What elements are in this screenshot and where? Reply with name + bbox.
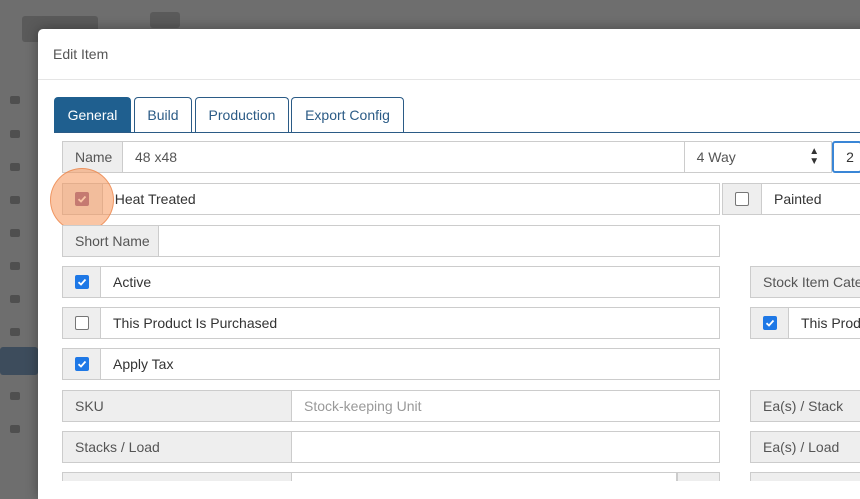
painted-checkbox[interactable] [735, 192, 749, 206]
check-icon [765, 319, 774, 327]
next-row-input[interactable] [292, 472, 677, 481]
next-row-label [62, 472, 292, 481]
active-checkbox[interactable] [74, 275, 89, 289]
apply-tax-checkbox[interactable] [74, 357, 89, 371]
background-sidebar-icon [10, 130, 20, 138]
background-sidebar-icon [10, 295, 20, 303]
name-label: Name [62, 141, 123, 173]
tab-production[interactable]: Production [195, 97, 289, 132]
purchased-row: This Product Is Purchased [62, 307, 720, 339]
way-select[interactable]: 4 Way ▲ ▼ [684, 141, 833, 173]
check-icon [77, 278, 86, 286]
background-sidebar-icon [10, 196, 20, 204]
painted-label: Painted [762, 183, 860, 215]
heat-treated-label: Heat Treated [102, 183, 720, 215]
check-icon [77, 360, 86, 368]
ea-stack-label: Ea(s) / Stack [750, 390, 860, 422]
tab-bar: General Build Production Export Config [54, 97, 860, 133]
name-input[interactable]: 48 x48 [123, 141, 685, 173]
stock-item-category-label: Stock Item Categ [750, 266, 860, 298]
produced-checkbox[interactable] [762, 316, 777, 330]
short-name-label: Short Name [62, 225, 159, 257]
produced-row: This Produ [750, 307, 860, 339]
tab-build[interactable]: Build [134, 97, 192, 132]
purchased-checkbox-cell [62, 307, 101, 339]
background-header-element [150, 12, 180, 28]
heat-treated-checkbox-cell [62, 183, 103, 215]
way-select-value: 4 Way [696, 149, 736, 165]
heat-treated-row: Heat Treated [62, 183, 720, 215]
tab-bar-underline [54, 132, 860, 133]
modal-header: Edit Item [38, 29, 860, 80]
next-row-right-partial [750, 472, 860, 481]
tab-general[interactable]: General [54, 97, 131, 132]
active-row: Active [62, 266, 720, 298]
background-sidebar-icon [10, 163, 20, 171]
edit-item-modal: Edit Item General Build Production Expor… [38, 29, 860, 499]
active-checkbox-cell [62, 266, 101, 298]
background-sidebar-icon [10, 96, 20, 104]
select-arrows-icon: ▲ ▼ [809, 146, 820, 167]
stacks-load-row: Stacks / Load [62, 431, 720, 463]
tab-export-config[interactable]: Export Config [291, 97, 404, 132]
ea-load-label: Ea(s) / Load [750, 431, 860, 463]
modal-title: Edit Item [53, 46, 109, 62]
apply-tax-checkbox-cell [62, 348, 101, 380]
background-sidebar-icon [10, 392, 20, 400]
purchased-label: This Product Is Purchased [101, 307, 720, 339]
stacks-load-label: Stacks / Load [62, 431, 292, 463]
painted-checkbox-cell [722, 183, 762, 215]
background-sidebar-icon [10, 262, 20, 270]
short-name-input[interactable] [159, 225, 720, 257]
short-name-row: Short Name [62, 225, 720, 257]
next-row-right-label [750, 472, 860, 481]
active-label: Active [101, 266, 720, 298]
next-row-partial [62, 472, 720, 481]
purchased-checkbox[interactable] [74, 316, 89, 330]
apply-tax-row: Apply Tax [62, 348, 720, 380]
ea-load-row: Ea(s) / Load [750, 431, 860, 463]
extra-input[interactable]: 2 [832, 141, 860, 173]
background-sidebar-active [0, 347, 38, 375]
background-sidebar-icon [10, 425, 20, 433]
background-sidebar-icon [10, 328, 20, 336]
check-icon [78, 195, 87, 203]
sku-label: SKU [62, 390, 292, 422]
produced-checkbox-cell [750, 307, 789, 339]
painted-row: Painted [722, 183, 860, 215]
stock-item-category-row: Stock Item Categ [750, 266, 860, 298]
heat-treated-checkbox[interactable] [75, 192, 90, 206]
name-row: Name 48 x48 4 Way ▲ ▼ 2 [62, 141, 860, 173]
apply-tax-label: Apply Tax [101, 348, 720, 380]
sku-input[interactable]: Stock-keeping Unit [292, 390, 720, 422]
produced-label: This Produ [789, 307, 860, 339]
ea-stack-row: Ea(s) / Stack [750, 390, 860, 422]
background-sidebar-icon [10, 229, 20, 237]
stacks-load-input[interactable] [292, 431, 720, 463]
sku-row: SKU Stock-keeping Unit [62, 390, 720, 422]
next-row-addon [677, 472, 720, 481]
